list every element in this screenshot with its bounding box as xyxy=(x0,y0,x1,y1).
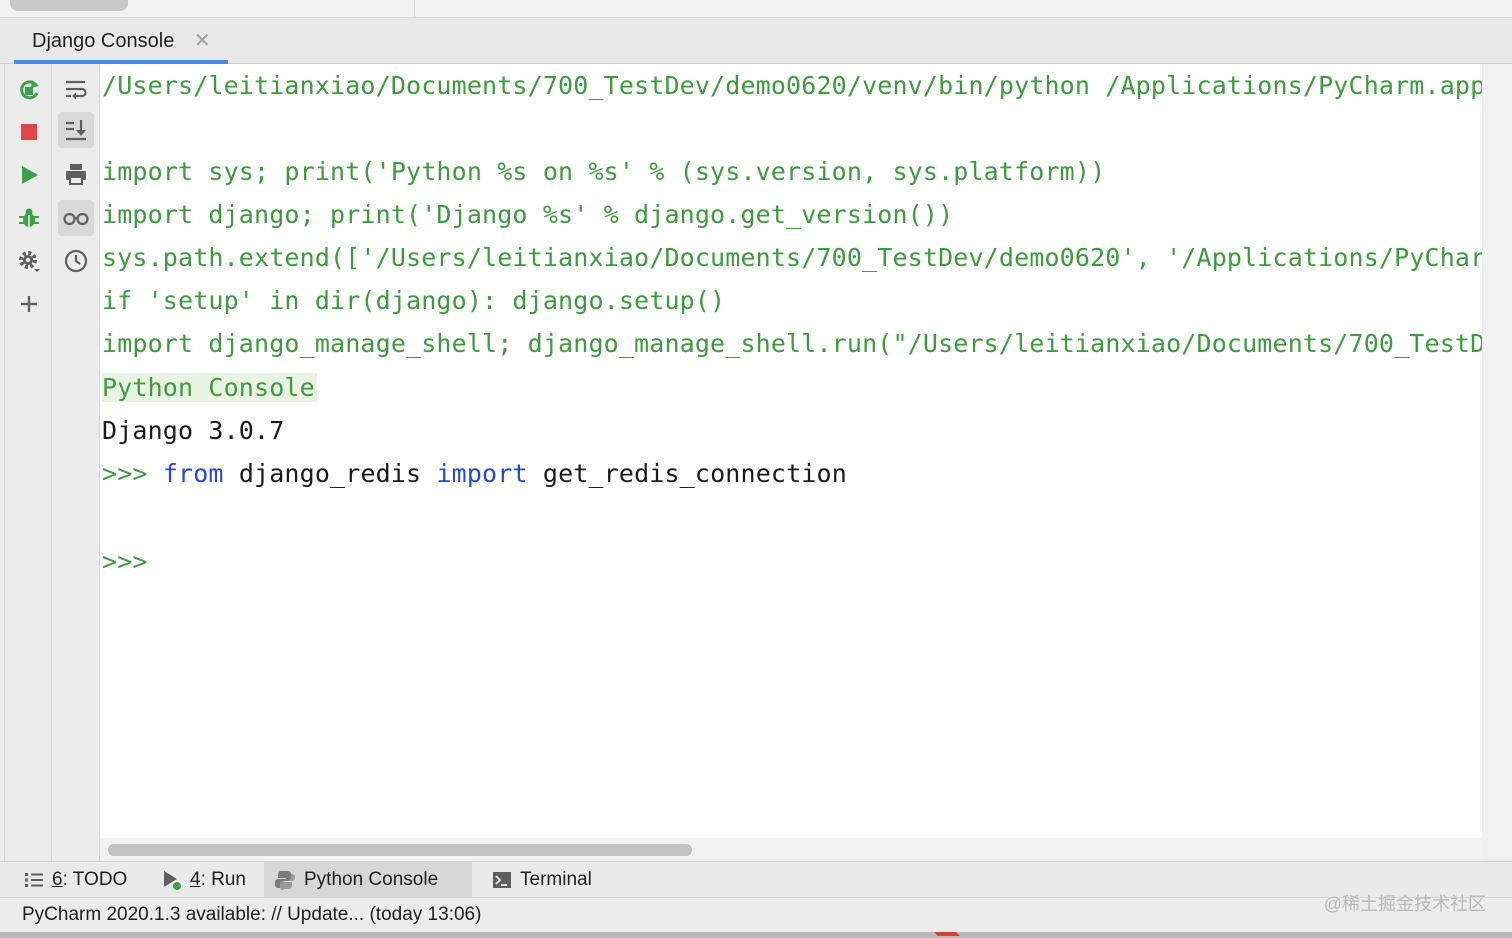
tab-todo[interactable]: 6: TODO xyxy=(14,862,137,898)
soft-wrap-icon xyxy=(66,80,87,100)
scroll-to-end-button[interactable] xyxy=(58,112,94,148)
execute-button[interactable] xyxy=(11,157,47,193)
run-icon xyxy=(162,869,182,891)
close-icon[interactable]: ✕ xyxy=(194,28,211,53)
history-icon xyxy=(64,249,88,273)
console-input-line: >>> from django_redis import get_redis_c… xyxy=(102,454,847,494)
status-bar: PyCharm 2020.1.3 available: // Update...… xyxy=(0,894,1512,932)
right-gutter xyxy=(1482,64,1512,861)
top-strip xyxy=(0,0,1512,18)
scroll-to-end-icon xyxy=(66,120,86,141)
decorative-stroke xyxy=(934,932,960,936)
python-icon xyxy=(274,869,296,891)
tab-python-console-label: Python Console xyxy=(304,869,439,890)
console-output[interactable]: /Users/leitianxiao/Documents/700_TestDev… xyxy=(100,64,1482,838)
django-version: Django 3.0.7 xyxy=(102,416,285,445)
window-bottom-edge xyxy=(0,932,1512,938)
tab-todo-shortcut: 6 xyxy=(52,869,63,890)
rerun-button[interactable] xyxy=(11,72,47,108)
tab-run-shortcut: 4 xyxy=(190,869,201,890)
console-line: import django; print('Django %s' % djang… xyxy=(102,200,954,229)
prompt-input[interactable]: >>> xyxy=(102,542,148,582)
console-view-toolbar xyxy=(52,64,100,861)
watermark: @稀土掘金技术社区 xyxy=(1323,894,1486,914)
module-name: django_redis xyxy=(238,459,422,488)
history-button[interactable] xyxy=(58,243,94,279)
console-line: if 'setup' in dir(django): django.setup(… xyxy=(102,286,726,315)
console-line: import django_manage_shell; django_manag… xyxy=(102,329,1482,358)
print-icon xyxy=(66,164,86,185)
imported-name: get_redis_connection xyxy=(542,459,847,488)
console-tab-bar: Django Console ✕ xyxy=(0,18,1512,64)
list-icon xyxy=(24,871,44,889)
terminal-icon xyxy=(492,870,512,890)
stop-button[interactable] xyxy=(11,114,47,150)
debug-button[interactable] xyxy=(11,200,47,236)
tab-todo-label: : TODO xyxy=(62,869,128,890)
tab-terminal[interactable]: Terminal xyxy=(482,862,602,898)
console-banner: Python Console xyxy=(102,368,317,408)
soft-wrap-button[interactable] xyxy=(58,71,94,107)
horizontal-scrollbar-thumb[interactable] xyxy=(108,844,692,856)
tab-run-label: : Run xyxy=(200,869,246,890)
prompt: >>> xyxy=(102,459,148,488)
tool-window-bar: 6: TODO 4: Run Python Console Terminal xyxy=(0,861,1512,898)
console-line: sys.path.extend(['/Users/leitianxiao/Doc… xyxy=(102,243,1482,272)
console-line: /Users/leitianxiao/Documents/700_TestDev… xyxy=(102,71,1482,100)
keyword-from: from xyxy=(162,459,224,488)
update-notification[interactable]: PyCharm 2020.1.3 available: // Update...… xyxy=(22,904,481,926)
horizontal-scrollbar[interactable] xyxy=(100,838,1482,861)
tab-run[interactable]: 4: Run xyxy=(152,862,256,898)
tab-label: Django Console xyxy=(32,30,175,52)
add-icon xyxy=(21,296,37,312)
console-line: import sys; print('Python %s on %s' % (s… xyxy=(102,157,1106,186)
rerun-icon xyxy=(20,80,39,100)
tab-terminal-label: Terminal xyxy=(520,869,592,890)
tab-django-console[interactable]: Django Console ✕ xyxy=(14,18,228,64)
top-scrollbar-thumb[interactable] xyxy=(10,0,128,11)
debug-icon xyxy=(19,208,39,227)
show-variables-button[interactable] xyxy=(58,200,94,236)
keyword-import: import xyxy=(436,459,528,488)
print-button[interactable] xyxy=(58,156,94,192)
show-variables-icon xyxy=(63,212,89,226)
console-actions-toolbar xyxy=(4,64,52,861)
top-divider xyxy=(414,0,415,18)
settings-icon xyxy=(19,251,40,272)
tab-python-console[interactable]: Python Console xyxy=(264,862,472,898)
stop-icon xyxy=(21,124,37,140)
add-button[interactable] xyxy=(11,286,47,322)
execute-icon xyxy=(22,166,38,184)
settings-button[interactable] xyxy=(11,243,47,279)
console-banner-text: Python Console xyxy=(102,373,317,402)
